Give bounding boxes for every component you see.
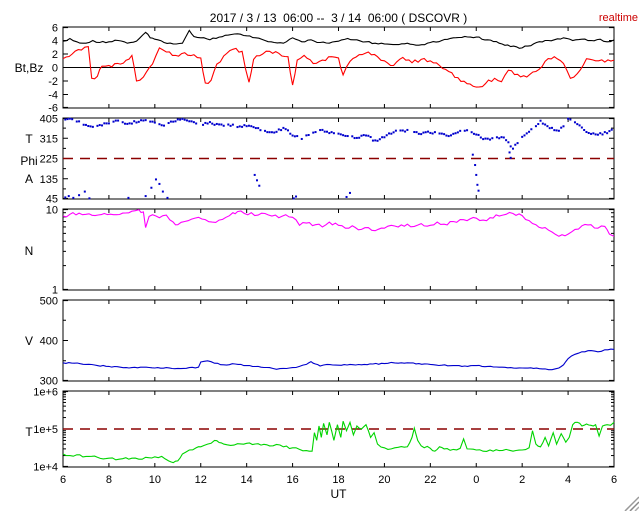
svg-text:1e+4: 1e+4 — [33, 461, 58, 473]
svg-text:10: 10 — [149, 474, 161, 486]
svg-text:400: 400 — [40, 336, 58, 348]
svg-text:20: 20 — [378, 474, 390, 486]
x-axis-label: UT — [330, 487, 347, 501]
svg-text:45: 45 — [46, 193, 58, 205]
svg-text:1: 1 — [52, 284, 58, 296]
svg-text:12: 12 — [195, 474, 207, 486]
svg-text:22: 22 — [424, 474, 436, 486]
svg-text:8: 8 — [106, 474, 112, 486]
svg-text:16: 16 — [286, 474, 298, 486]
svg-text:10: 10 — [46, 205, 58, 217]
resize-grip-icon[interactable] — [621, 493, 639, 511]
svg-text:2: 2 — [52, 49, 58, 61]
svg-text:4: 4 — [52, 36, 58, 48]
svg-text:1e+6: 1e+6 — [33, 387, 58, 399]
svg-text:1e+5: 1e+5 — [33, 424, 58, 436]
svg-text:405: 405 — [40, 114, 58, 126]
svg-text:315: 315 — [40, 133, 58, 145]
chart-canvas: 6420-2-4-6405315225135451015004003001e+6… — [33, 23, 617, 486]
plot-window: 2017 / 3 / 13 06:00 -- 3 / 14 06:00 ( DS… — [0, 0, 640, 512]
svg-text:500: 500 — [40, 296, 58, 308]
svg-text:14: 14 — [241, 474, 253, 486]
svg-text:-2: -2 — [48, 76, 58, 88]
svg-text:6: 6 — [611, 474, 617, 486]
svg-text:300: 300 — [40, 375, 58, 387]
svg-text:4: 4 — [565, 474, 571, 486]
svg-text:135: 135 — [40, 174, 58, 186]
svg-text:6: 6 — [60, 474, 66, 486]
svg-text:-4: -4 — [48, 90, 58, 102]
svg-text:-6: -6 — [48, 102, 58, 114]
svg-text:2: 2 — [519, 474, 525, 486]
svg-text:0: 0 — [473, 474, 479, 486]
svg-text:6: 6 — [52, 23, 58, 35]
svg-text:18: 18 — [332, 474, 344, 486]
svg-text:225: 225 — [40, 154, 58, 166]
svg-text:0: 0 — [52, 63, 58, 75]
